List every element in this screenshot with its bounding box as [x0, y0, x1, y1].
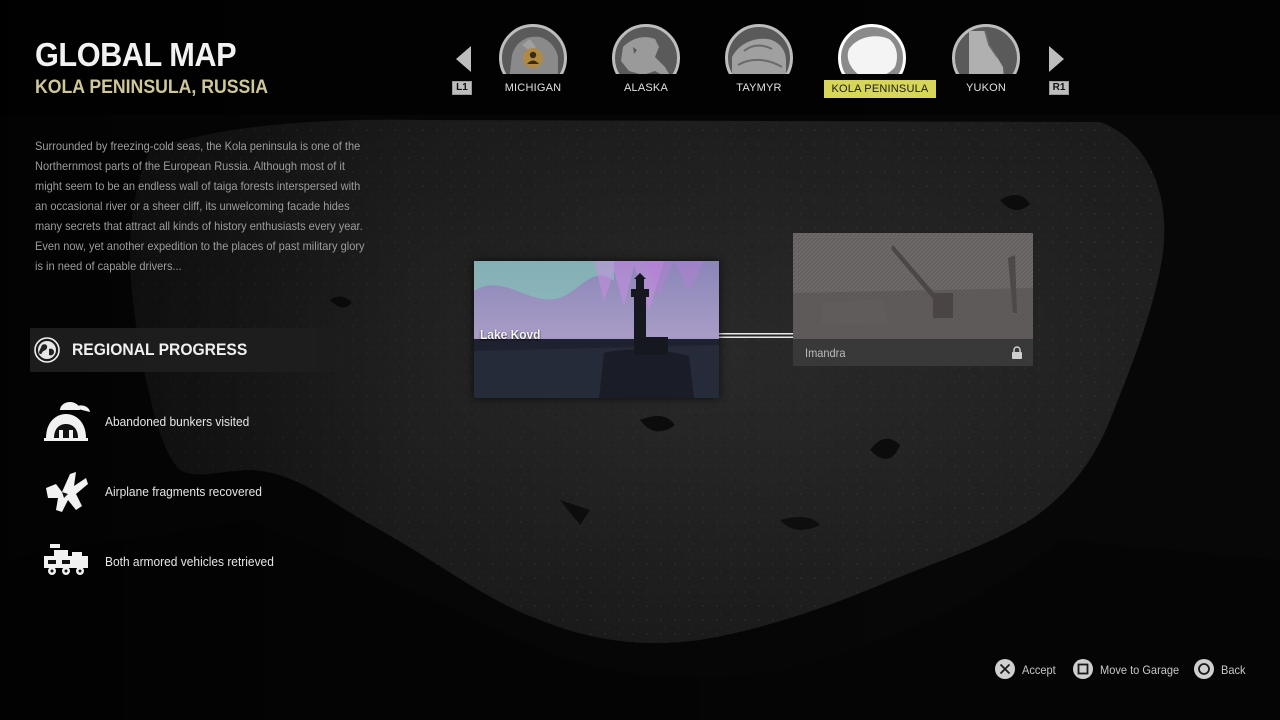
map-card-lake-kovd[interactable]: Lake Kovd — [474, 261, 719, 398]
control-label: Accept — [1022, 663, 1056, 677]
objective-bunkers: Abandoned bunkers visited — [42, 398, 402, 446]
map-name: Lake Kovd — [480, 327, 541, 342]
region-taymyr[interactable]: TAYMYR — [704, 24, 814, 104]
map-name: Imandra — [805, 346, 846, 360]
previous-region-arrow-icon[interactable] — [456, 46, 471, 72]
region-label: KOLA PENINSULA — [824, 80, 936, 98]
kola-peninsula-map-icon — [838, 24, 906, 74]
region-michigan[interactable]: MICHIGAN — [478, 24, 588, 104]
objective-airplane-fragments: Airplane fragments recovered — [42, 468, 402, 516]
region-label: ALASKA — [623, 82, 668, 94]
control-label: Back — [1221, 663, 1246, 677]
region-selector: L1 MICHIGAN ALASKA TAYMYR KOLA PENINSULA… — [0, 0, 1280, 120]
region-yukon[interactable]: YUKON — [931, 24, 1041, 104]
region-label: YUKON — [965, 82, 1007, 94]
map-card-imandra[interactable]: Imandra — [793, 233, 1033, 366]
map-connector — [718, 333, 794, 338]
l1-button[interactable]: L1 — [452, 81, 472, 95]
cross-button-icon — [995, 659, 1015, 679]
objective-label: Abandoned bunkers visited — [105, 414, 250, 429]
objective-armored-vehicles: Both armored vehicles retrieved — [42, 538, 402, 586]
region-label: TAYMYR — [736, 82, 782, 94]
lock-icon — [1012, 346, 1022, 359]
regional-progress-title: REGIONAL PROGRESS — [72, 340, 248, 359]
regional-progress-header: REGIONAL PROGRESS — [30, 328, 370, 372]
square-button-icon — [1073, 659, 1093, 679]
region-label: MICHIGAN — [504, 82, 562, 94]
button-prompts: Accept Move to Garage Back — [0, 655, 1280, 685]
control-label: Move to Garage — [1100, 663, 1180, 677]
region-kola-peninsula[interactable]: KOLA PENINSULA — [817, 24, 936, 104]
map-card-footer: Imandra — [793, 339, 1033, 366]
airplane-fragment-icon — [46, 472, 88, 512]
michigan-map-icon — [499, 24, 567, 74]
next-region-arrow-icon[interactable] — [1049, 46, 1064, 72]
bunker-icon — [44, 402, 90, 441]
region-alaska[interactable]: ALASKA — [591, 24, 701, 104]
r1-button[interactable]: R1 — [1049, 81, 1069, 95]
circle-button-icon — [1194, 659, 1214, 679]
objective-label: Airplane fragments recovered — [105, 484, 262, 499]
armored-vehicle-icon — [44, 544, 88, 575]
region-description: Surrounded by freezing-cold seas, the Ko… — [35, 139, 365, 273]
objective-label: Both armored vehicles retrieved — [105, 554, 274, 569]
globe-icon — [34, 337, 60, 363]
yukon-map-icon — [952, 24, 1020, 74]
taymyr-map-icon — [725, 24, 793, 74]
alaska-map-icon — [612, 24, 680, 74]
